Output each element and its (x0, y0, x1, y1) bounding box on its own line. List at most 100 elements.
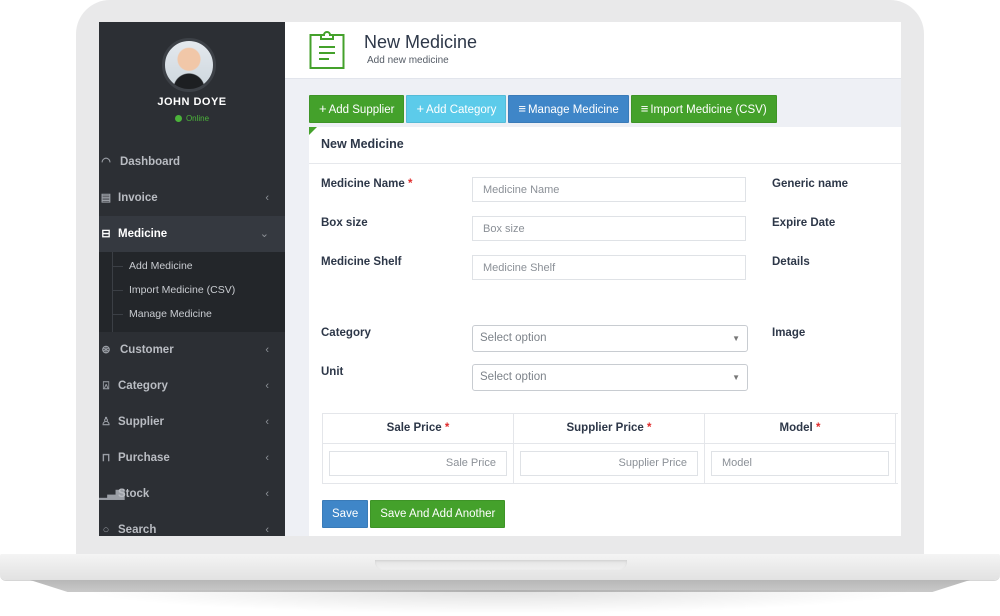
chevron-left-icon: ‹ (265, 192, 269, 204)
category-select[interactable]: Select option ▼ (472, 325, 748, 352)
submenu-item-import-medicine[interactable]: Import Medicine (CSV) (99, 278, 285, 302)
user-status: Online (99, 114, 285, 123)
user-name: JOHN DOYE (157, 96, 227, 108)
box-size-input[interactable]: Box size (472, 216, 746, 241)
required-mark: * (444, 422, 450, 434)
model-input[interactable]: Model (711, 451, 889, 476)
panel-divider (309, 163, 901, 164)
sidebar-nav: ◠ Dashboard ▤ Invoice ‹ ⊟ Medicine ⌄ Add… (99, 144, 285, 536)
add-supplier-label: Add Supplier (328, 104, 395, 116)
required-mark: * (815, 422, 821, 434)
sale-price-input[interactable]: Sale Price (329, 451, 507, 476)
submenu-item-add-medicine[interactable]: Add Medicine (99, 254, 285, 278)
sidebar-item-customer[interactable]: ⊛ Customer ‹ (99, 332, 285, 368)
chevron-left-icon: ‹ (265, 488, 269, 500)
sidebar-item-label: Medicine (118, 228, 168, 240)
bar-chart-icon: ▁▃▆ (99, 488, 125, 500)
supplier-price-header: Supplier Price * (514, 414, 704, 444)
medicine-shelf-label: Medicine Shelf (321, 256, 402, 268)
unit-select[interactable]: Select option ▼ (472, 364, 748, 391)
unit-label: Unit (321, 366, 344, 378)
sidebar-item-label: Stock (118, 488, 150, 500)
list-icon: ≡ (640, 101, 649, 116)
chevron-left-icon: ‹ (265, 416, 269, 428)
manage-medicine-label: Manage Medicine (527, 104, 619, 116)
chevron-down-icon: ⌄ (259, 228, 269, 240)
sidebar-item-stock[interactable]: ▁▃▆ Stock ‹ (99, 476, 285, 512)
medicine-submenu: Add Medicine Import Medicine (CSV) Manag… (99, 252, 285, 332)
model-column: Model * Model (705, 414, 896, 483)
invoice-icon: ▤ (100, 192, 112, 204)
supplier-price-column: Supplier Price * Supplier Price (514, 414, 705, 483)
app-screen: JOHN DOYE Online ◠ Dashboard ▤ Invoice ‹… (99, 22, 901, 536)
sidebar-item-medicine[interactable]: ⊟ Medicine ⌄ (99, 216, 285, 252)
required-mark: * (647, 422, 652, 434)
import-medicine-label: Import Medicine (CSV) (650, 104, 767, 116)
sidebar-item-search[interactable]: ○ Search ‹ (99, 512, 285, 536)
sidebar-item-label: Dashboard (120, 156, 181, 168)
expire-date-label: Expire Date (772, 217, 836, 229)
avatar[interactable] (162, 38, 216, 92)
page-title: New Medicine (364, 32, 478, 52)
required-mark: * (407, 178, 413, 190)
import-medicine-button[interactable]: ≡ Import Medicine (CSV) (630, 95, 777, 123)
sidebar-item-dashboard[interactable]: ◠ Dashboard (99, 144, 285, 180)
online-dot-icon (174, 115, 182, 122)
save-and-add-another-button[interactable]: Save And Add Another (370, 500, 506, 528)
tag-icon: ⍓ (102, 380, 110, 392)
submenu-item-manage-medicine[interactable]: Manage Medicine (99, 302, 285, 326)
sidebar-item-category[interactable]: ⍓ Category ‹ (99, 368, 285, 404)
image-label: Image (772, 327, 806, 339)
medicine-name-label: Medicine Name * (321, 178, 412, 190)
sale-price-column: Sale Price * Sale Price (323, 414, 514, 483)
form-actions: Save Save And Add Another (322, 500, 507, 528)
manage-medicine-button[interactable]: ≡ Manage Medicine (508, 95, 629, 123)
medicine-name-label-text: Medicine Name (321, 178, 405, 190)
add-supplier-button[interactable]: + Add Supplier (309, 95, 405, 123)
sidebar: JOHN DOYE Online ◠ Dashboard ▤ Invoice ‹… (99, 22, 285, 536)
category-label: Category (321, 327, 371, 339)
save-button[interactable]: Save (322, 500, 369, 528)
panel-title: New Medicine (321, 137, 404, 151)
sale-price-header-text: Sale Price (386, 422, 442, 434)
add-category-label: Add Category (426, 104, 497, 116)
main-content: New Medicine Add new medicine + Add Suppl… (285, 22, 901, 536)
briefcase-icon: ⊟ (101, 228, 111, 240)
search-icon: ○ (102, 524, 110, 536)
caret-down-icon: ▼ (732, 373, 740, 382)
medicine-name-input[interactable]: Medicine Name (472, 177, 746, 202)
list-icon: ≡ (518, 101, 526, 116)
details-label: Details (772, 256, 810, 268)
status-text: Online (185, 114, 210, 123)
chevron-left-icon: ‹ (265, 524, 269, 536)
handshake-icon: ⊛ (101, 344, 111, 356)
supplier-price-header-text: Supplier Price (566, 422, 644, 434)
supplier-price-input[interactable]: Supplier Price (520, 451, 698, 476)
chevron-left-icon: ‹ (265, 452, 269, 464)
price-table: Sale Price * Sale Price Supplier Price *… (322, 413, 898, 484)
add-category-button[interactable]: + Add Category (406, 95, 507, 123)
sidebar-item-supplier[interactable]: ♙ Supplier ‹ (99, 404, 285, 440)
model-header: Model * (705, 414, 895, 444)
medicine-shelf-input[interactable]: Medicine Shelf (472, 255, 746, 280)
sidebar-item-label: Supplier (118, 416, 165, 428)
unit-select-value: Select option (480, 371, 547, 383)
chevron-left-icon: ‹ (265, 344, 269, 356)
generic-name-label: Generic name (772, 178, 849, 190)
new-medicine-panel: New Medicine Medicine Name * Medicine Na… (309, 127, 901, 536)
sidebar-item-purchase[interactable]: ⊓ Purchase ‹ (99, 440, 285, 476)
panel-corner-accent (309, 127, 317, 135)
sidebar-item-label: Category (118, 380, 168, 392)
caret-down-icon: ▼ (732, 334, 740, 343)
laptop-notch (375, 560, 627, 570)
plus-icon: + (319, 101, 327, 116)
sidebar-item-invoice[interactable]: ▤ Invoice ‹ (99, 180, 285, 216)
sidebar-item-label: Purchase (118, 452, 170, 464)
box-size-label: Box size (321, 217, 368, 229)
sidebar-item-label: Invoice (118, 192, 158, 204)
dashboard-icon: ◠ (101, 156, 111, 168)
laptop-shadow (80, 590, 920, 614)
category-select-value: Select option (480, 332, 547, 344)
page-subtitle: Add new medicine (367, 55, 449, 66)
sidebar-item-label: Search (118, 524, 157, 536)
